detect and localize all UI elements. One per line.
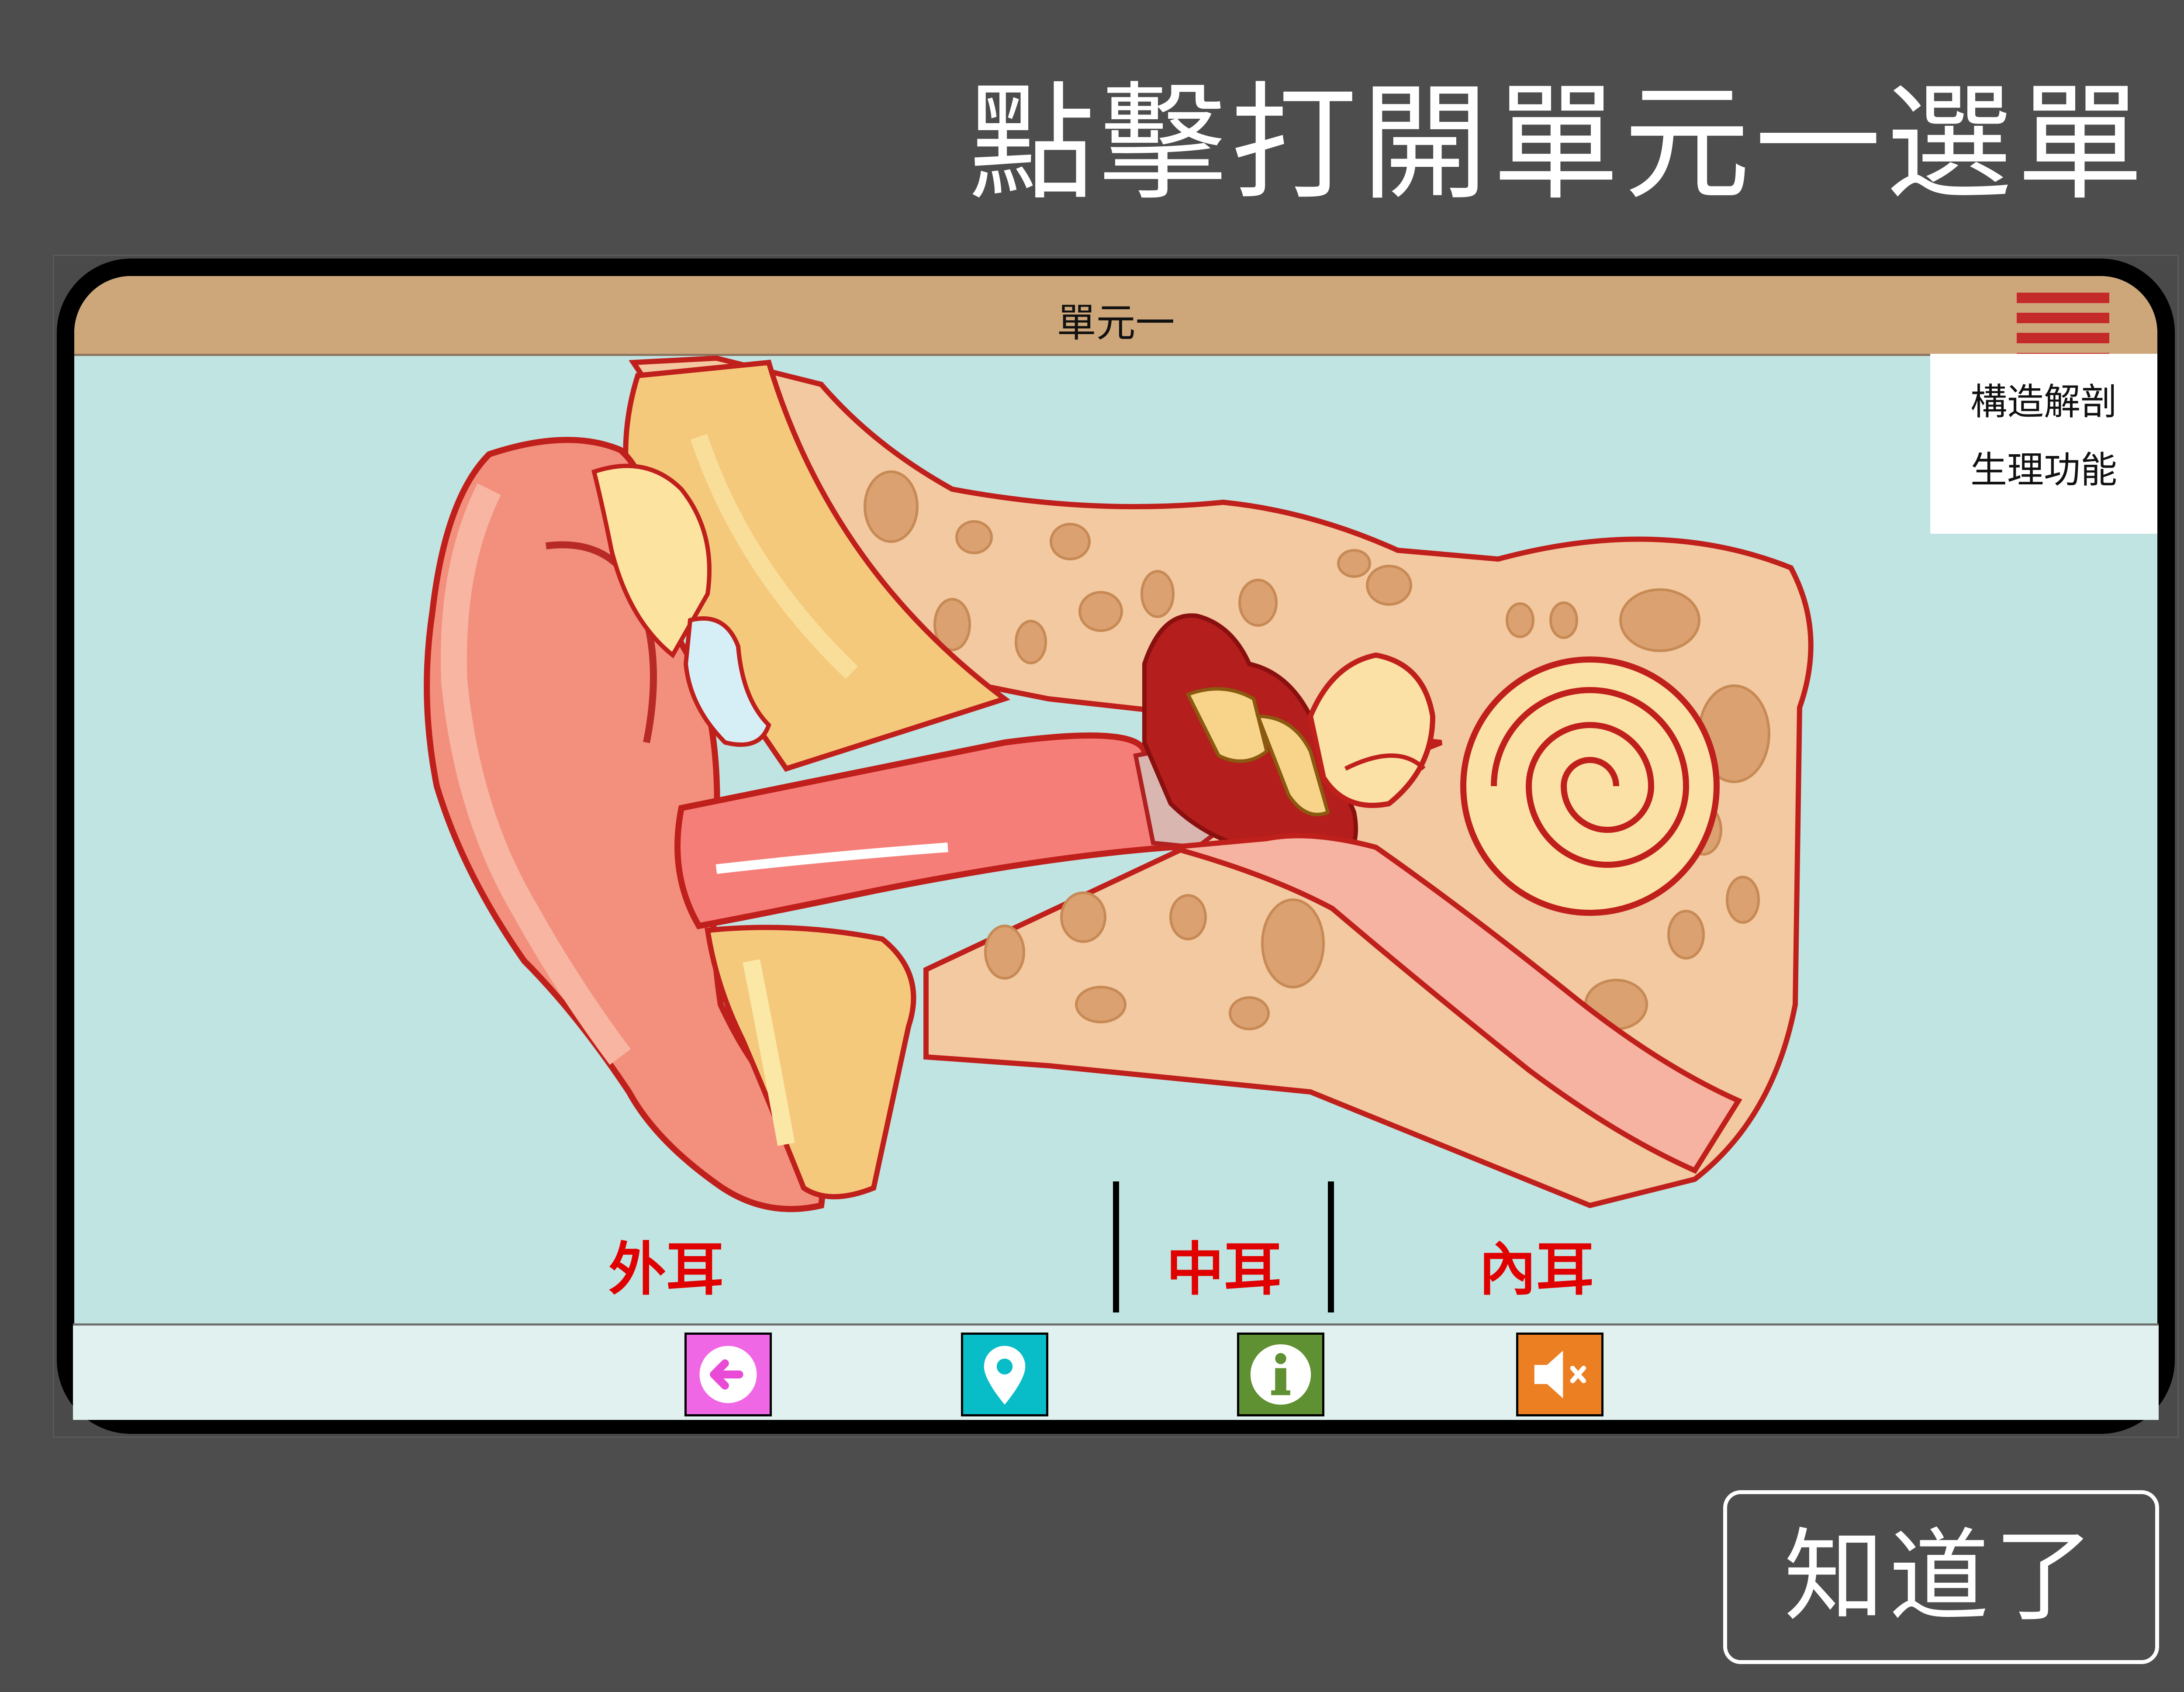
location-pin-icon	[984, 1346, 1026, 1405]
info-button[interactable]	[1237, 1333, 1324, 1416]
back-button[interactable]	[684, 1333, 772, 1416]
outer-middle-divider	[1113, 1181, 1119, 1312]
got-it-button[interactable]: 知道了	[1723, 1490, 2159, 1664]
sound-button[interactable]	[1516, 1333, 1603, 1416]
speaker-muted-icon	[1534, 1350, 1586, 1398]
info-icon	[1250, 1344, 1311, 1405]
ear-anatomy-illustration	[424, 355, 1814, 1212]
label-inner-ear: 內耳	[1479, 1236, 1594, 1303]
label-outer-ear: 外耳	[608, 1236, 724, 1303]
middle-inner-divider	[1328, 1181, 1334, 1312]
location-button[interactable]	[961, 1333, 1048, 1416]
back-arrow-icon	[699, 1346, 757, 1403]
bottom-toolbar	[73, 1323, 2159, 1420]
label-middle-ear: 中耳	[1166, 1236, 1282, 1303]
